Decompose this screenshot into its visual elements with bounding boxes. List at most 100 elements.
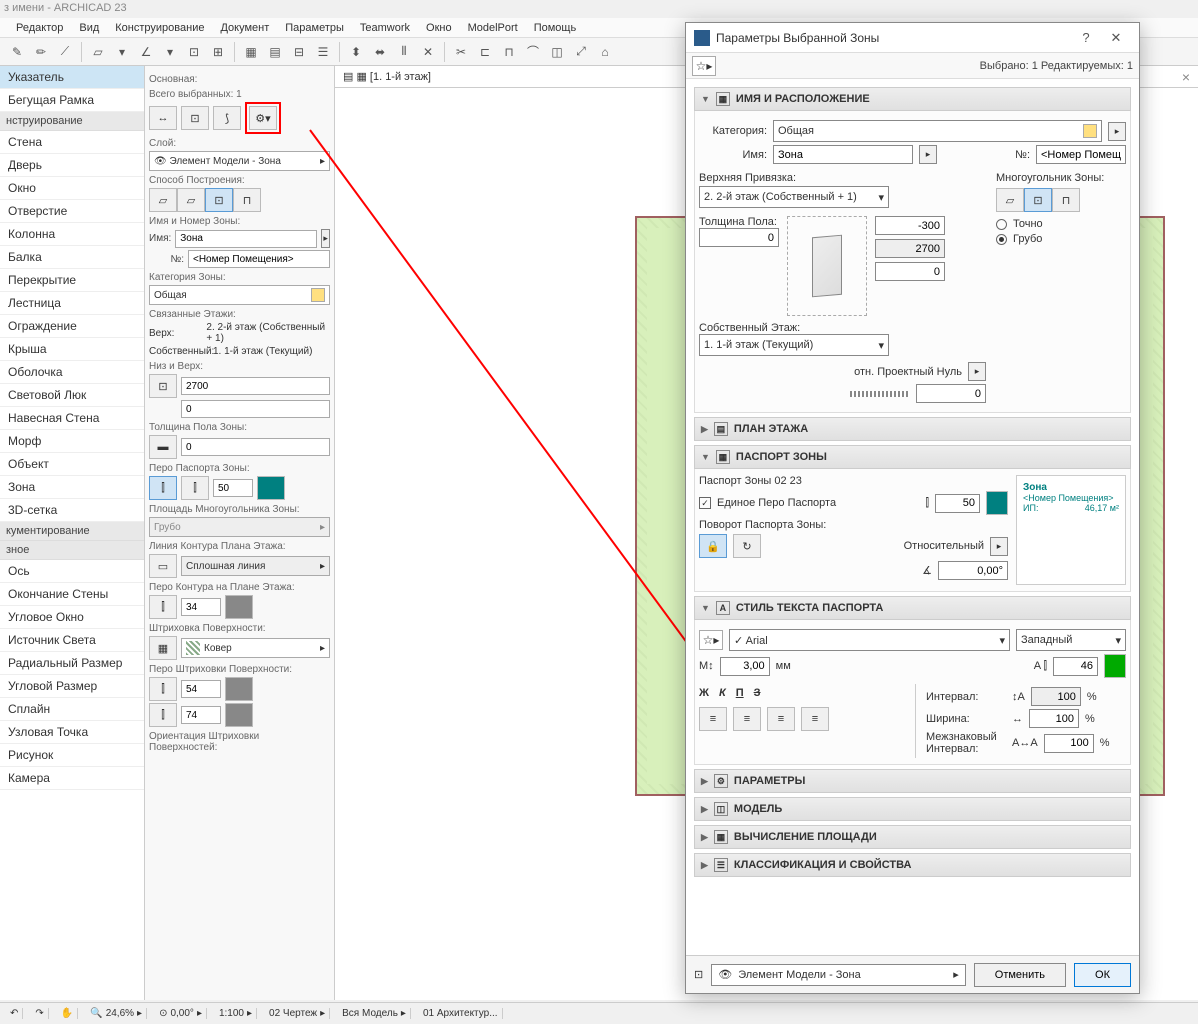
layers-icon[interactable]: ☰ bbox=[312, 41, 334, 63]
strike-button[interactable]: З bbox=[754, 687, 761, 699]
top-link-combo[interactable]: 2. 2-й этаж (Собственный + 1)▾ bbox=[699, 186, 889, 208]
tool-hotspot[interactable]: Узловая Точка bbox=[0, 721, 144, 744]
ok-button[interactable]: ОК bbox=[1074, 963, 1131, 987]
poly-mode2-icon[interactable]: ⊡ bbox=[1024, 188, 1052, 212]
contourpen-swatch[interactable] bbox=[225, 595, 253, 619]
dlg-num-input[interactable] bbox=[1036, 145, 1126, 164]
fill-combo[interactable]: Ковер▸ bbox=[181, 638, 330, 658]
tool-camera[interactable]: Камера bbox=[0, 767, 144, 790]
tool-cornerwin[interactable]: Угловое Окно bbox=[0, 606, 144, 629]
section-model[interactable]: ▶◫МОДЕЛЬ bbox=[694, 797, 1131, 821]
textpen-swatch[interactable] bbox=[1104, 654, 1126, 678]
section-stamp[interactable]: ▼▦ПАСПОРТ ЗОНЫ bbox=[694, 445, 1131, 469]
sb-hand-icon[interactable]: ✋ bbox=[57, 1008, 78, 1019]
pen-on-icon[interactable]: ⫿ bbox=[149, 476, 177, 500]
layer-combo[interactable]: 👁 Элемент Модели - Зона▸ bbox=[149, 151, 330, 171]
sb-view[interactable]: 02 Чертеж bbox=[269, 1008, 317, 1019]
contour-combo[interactable]: Сплошная линия▸ bbox=[181, 556, 330, 576]
resize-icon[interactable]: ⤢ bbox=[570, 41, 592, 63]
sb-arch[interactable]: 01 Архитектур... bbox=[423, 1008, 498, 1019]
tab-close-icon[interactable]: × bbox=[1182, 69, 1190, 85]
tool-beam[interactable]: Балка bbox=[0, 246, 144, 269]
info-settings-button[interactable]: ⚙▾ bbox=[249, 106, 277, 130]
plane-icon[interactable]: ▱ bbox=[87, 41, 109, 63]
fillpen1-swatch[interactable] bbox=[225, 677, 253, 701]
section-name-location[interactable]: ▼▦ИМЯ И РАСПОЛОЖЕНИЕ bbox=[694, 87, 1131, 111]
name-input[interactable] bbox=[175, 230, 317, 248]
menu-params[interactable]: Параметры bbox=[279, 20, 350, 35]
menu-help[interactable]: Помощь bbox=[528, 20, 583, 35]
dropdown2-icon[interactable]: ▾ bbox=[159, 41, 181, 63]
menu-editor[interactable]: Редактор bbox=[10, 20, 69, 35]
tool-stair[interactable]: Лестница bbox=[0, 292, 144, 315]
contourpen-input[interactable] bbox=[181, 598, 221, 616]
tool-skylight[interactable]: Световой Люк bbox=[0, 384, 144, 407]
scale-icon[interactable]: ⬍ bbox=[345, 41, 367, 63]
tool-curtainwall[interactable]: Навесная Стена bbox=[0, 407, 144, 430]
tool-window[interactable]: Окно bbox=[0, 177, 144, 200]
info-select-icon[interactable]: ⊡ bbox=[181, 106, 209, 130]
menu-modelport[interactable]: ModelPort bbox=[462, 20, 524, 35]
textpen-input[interactable] bbox=[1053, 657, 1098, 676]
method-manual-icon[interactable]: ▱ bbox=[149, 188, 177, 212]
method-ref-icon[interactable]: ⊡ bbox=[205, 188, 233, 212]
fontsize-input[interactable] bbox=[720, 657, 770, 676]
angle-input[interactable] bbox=[938, 561, 1008, 580]
tool-arrow[interactable]: Указатель bbox=[0, 66, 144, 89]
sb-zoom-icon[interactable]: 🔍 bbox=[90, 1008, 102, 1019]
tool-light[interactable]: Источник Света bbox=[0, 629, 144, 652]
bot-input[interactable] bbox=[181, 400, 330, 418]
menu-teamwork[interactable]: Teamwork bbox=[354, 20, 416, 35]
menu-view[interactable]: Вид bbox=[73, 20, 105, 35]
fillpen1-input[interactable] bbox=[181, 680, 221, 698]
syringe-icon[interactable]: ⟋ bbox=[54, 41, 76, 63]
align-justify-icon[interactable]: ≡ bbox=[801, 707, 829, 731]
floorthick-input[interactable] bbox=[181, 438, 330, 456]
cut-icon[interactable]: ✕ bbox=[417, 41, 439, 63]
menu-window[interactable]: Окно bbox=[420, 20, 458, 35]
dlg-floorthick-input[interactable] bbox=[699, 228, 779, 247]
font-combo[interactable]: ✓ Arial▾ bbox=[729, 629, 1010, 651]
align-right-icon[interactable]: ≡ bbox=[767, 707, 795, 731]
gravity-icon[interactable]: ∠ bbox=[135, 41, 157, 63]
offset-icon[interactable]: ⊡ bbox=[183, 41, 205, 63]
trace-icon[interactable]: ⊟ bbox=[288, 41, 310, 63]
menu-construct[interactable]: Конструирование bbox=[109, 20, 210, 35]
sb-undo-icon[interactable]: ↶ bbox=[6, 1008, 23, 1019]
dlg-cat-more[interactable]: ▸ bbox=[1108, 122, 1126, 141]
fillet-icon[interactable]: ⌒ bbox=[522, 41, 544, 63]
tool-morph[interactable]: Морф bbox=[0, 430, 144, 453]
rotate-free-icon[interactable]: ↻ bbox=[733, 534, 761, 558]
info-arrow-icon[interactable]: ↔ bbox=[149, 106, 177, 130]
tool-mesh[interactable]: 3D-сетка bbox=[0, 499, 144, 522]
sb-zoom[interactable]: 24,6% bbox=[106, 1008, 134, 1019]
sb-scale[interactable]: 1:100 bbox=[219, 1008, 244, 1019]
poly-mode1-icon[interactable]: ▱ bbox=[996, 188, 1024, 212]
dropdown-icon[interactable]: ▾ bbox=[111, 41, 133, 63]
fillpen2-swatch[interactable] bbox=[225, 703, 253, 727]
align-center-icon[interactable]: ≡ bbox=[733, 707, 761, 731]
tool-roof[interactable]: Крыша bbox=[0, 338, 144, 361]
home-story-combo[interactable]: 1. 1-й этаж (Текущий)▾ bbox=[699, 334, 889, 356]
kerning-input[interactable] bbox=[1044, 734, 1094, 753]
sb-model[interactable]: Вся Модель bbox=[342, 1008, 398, 1019]
align-left-icon[interactable]: ≡ bbox=[699, 707, 727, 731]
tool-wall[interactable]: Стена bbox=[0, 131, 144, 154]
stamp-pen-input[interactable] bbox=[935, 494, 980, 513]
section-params[interactable]: ▶⚙ПАРАМЕТРЫ bbox=[694, 769, 1131, 793]
section-class[interactable]: ▶☰КЛАССИФИКАЦИЯ И СВОЙСТВА bbox=[694, 853, 1131, 877]
help-button[interactable]: ? bbox=[1071, 24, 1101, 52]
tool-angledim[interactable]: Угловой Размер bbox=[0, 675, 144, 698]
split-icon[interactable]: ◫ bbox=[546, 41, 568, 63]
bold-button[interactable]: Ж bbox=[699, 687, 709, 699]
contour-icon[interactable]: ▭ bbox=[149, 554, 177, 578]
dlg-name-more[interactable]: ▸ bbox=[919, 145, 937, 164]
eyedropper-icon[interactable]: ✎ bbox=[6, 41, 28, 63]
snap-icon[interactable]: ⊞ bbox=[207, 41, 229, 63]
italic-button[interactable]: К bbox=[719, 687, 726, 699]
poly-rough-radio[interactable] bbox=[996, 234, 1007, 245]
proj-zero-more[interactable]: ▸ bbox=[968, 362, 986, 381]
dlg-name-input[interactable] bbox=[773, 145, 913, 164]
unified-pen-check[interactable]: ✓ bbox=[699, 497, 711, 509]
scale2-icon[interactable]: ⬌ bbox=[369, 41, 391, 63]
